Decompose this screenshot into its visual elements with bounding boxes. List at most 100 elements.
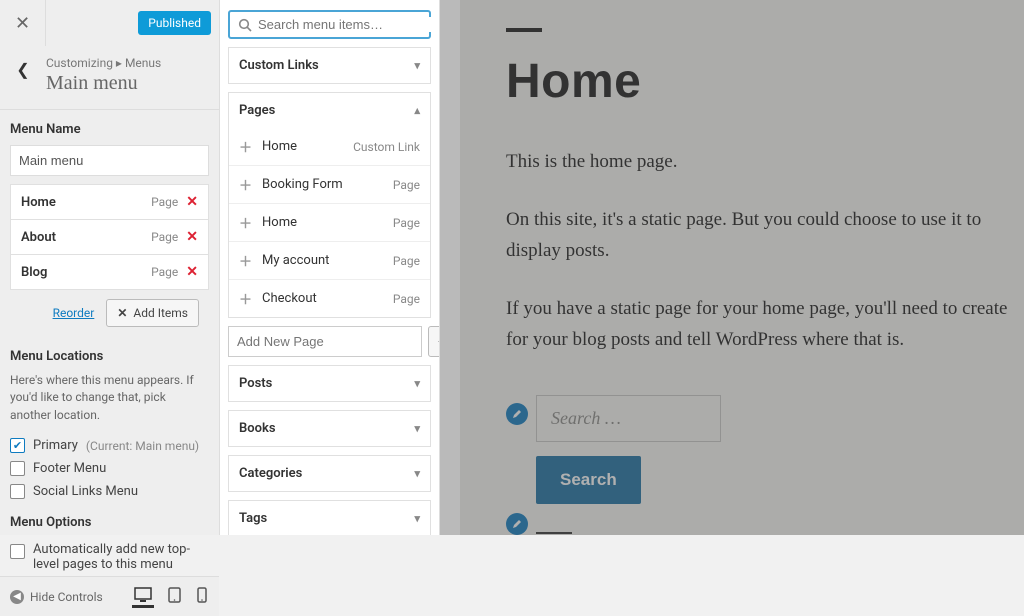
page-type: Page — [393, 292, 420, 306]
device-mobile-icon[interactable] — [195, 585, 209, 608]
chevron-down-icon: ▾ — [414, 422, 420, 435]
location-row-footer[interactable]: Footer Menu — [10, 457, 209, 480]
section-label: Books — [239, 421, 276, 436]
page-type: Page — [393, 216, 420, 230]
menu-name-section: Menu Name Home Page ✕ About Page ✕ Blog … — [0, 110, 219, 337]
option-label: Automatically add new top-level pages to… — [33, 542, 209, 572]
breadcrumb-row: ❮ Customizing ▸ Menus Main menu — [0, 46, 219, 110]
checkbox-icon[interactable] — [10, 484, 25, 499]
page-row[interactable]: ＋ Home Custom Link — [229, 128, 430, 165]
menu-item[interactable]: About Page ✕ — [10, 219, 209, 255]
close-icon: ✕ — [117, 306, 127, 320]
add-items-label: Add Items — [133, 306, 188, 320]
location-current: (Current: Main menu) — [86, 439, 199, 453]
menu-actions-row: Reorder ✕ Add Items — [10, 289, 209, 337]
chevron-down-icon: ▾ — [414, 59, 420, 72]
panel-footer: ◀ Hide Controls — [0, 576, 219, 616]
remove-icon[interactable]: ✕ — [186, 264, 198, 280]
menu-item-type: Page — [151, 230, 178, 244]
section-books[interactable]: Books ▾ — [228, 410, 431, 447]
add-items-panel: Custom Links ▾ Pages ▴ ＋ Home Custom Lin… — [220, 0, 440, 535]
hide-controls-link[interactable]: Hide Controls — [30, 590, 103, 604]
chevron-down-icon: ▾ — [414, 512, 420, 525]
checkbox-icon[interactable]: ✔ — [10, 438, 25, 453]
remove-icon[interactable]: ✕ — [186, 229, 198, 245]
menu-item-label: About — [21, 230, 151, 245]
chevron-down-icon: ▾ — [414, 377, 420, 390]
page-label: My account — [262, 253, 329, 268]
section-custom-links[interactable]: Custom Links ▾ — [228, 47, 431, 84]
page-row[interactable]: ＋ Booking Form Page — [229, 165, 430, 203]
location-row-primary[interactable]: ✔ Primary (Current: Main menu) — [10, 434, 209, 457]
section-label: Custom Links — [239, 58, 319, 73]
section-categories[interactable]: Categories ▾ — [228, 455, 431, 492]
page-label: Home — [262, 139, 297, 154]
plus-icon: ＋ — [239, 175, 252, 194]
pages-list: ＋ Home Custom Link ＋ Booking Form Page ＋… — [228, 128, 431, 318]
menu-item[interactable]: Blog Page ✕ — [10, 254, 209, 290]
checkbox-icon[interactable] — [10, 544, 25, 559]
section-posts[interactable]: Posts ▾ — [228, 365, 431, 402]
chevron-down-icon: ▾ — [414, 467, 420, 480]
add-items-button[interactable]: ✕ Add Items — [106, 299, 199, 327]
location-label: Social Links Menu — [33, 484, 138, 499]
page-label: Booking Form — [262, 177, 343, 192]
top-bar: ✕ Published — [0, 0, 219, 46]
breadcrumb-section: Menus — [125, 56, 161, 70]
menu-locations-help: Here's where this menu appears. If you'd… — [10, 372, 209, 424]
close-button[interactable]: ✕ — [0, 0, 46, 46]
page-label: Checkout — [262, 291, 317, 306]
plus-icon: ＋ — [239, 213, 252, 232]
remove-icon[interactable]: ✕ — [186, 194, 198, 210]
page-type: Page — [393, 178, 420, 192]
chevron-up-icon: ▴ — [414, 104, 420, 117]
section-pages[interactable]: Pages ▴ — [228, 92, 431, 128]
search-input[interactable] — [258, 17, 434, 32]
menu-item-type: Page — [151, 265, 178, 279]
publish-status-button[interactable]: Published — [138, 11, 211, 35]
search-icon — [238, 18, 252, 32]
menu-item[interactable]: Home Page ✕ — [10, 184, 209, 220]
menu-options-heading: Menu Options — [10, 515, 209, 530]
menu-name-heading: Menu Name — [10, 122, 209, 137]
device-desktop-icon[interactable] — [132, 585, 154, 608]
device-tablet-icon[interactable] — [166, 585, 183, 608]
reorder-link[interactable]: Reorder — [53, 306, 95, 320]
section-tags[interactable]: Tags ▾ — [228, 500, 431, 535]
breadcrumb-prefix: Customizing ▸ — [46, 56, 125, 70]
menu-options-section: Menu Options Automatically add new top-l… — [0, 503, 219, 576]
menu-items-list: Home Page ✕ About Page ✕ Blog Page ✕ — [10, 184, 209, 290]
page-type: Custom Link — [353, 140, 420, 154]
customizer-left-panel: ✕ Published ❮ Customizing ▸ Menus Main m… — [0, 0, 220, 535]
section-label: Pages — [239, 103, 275, 118]
location-row-social[interactable]: Social Links Menu — [10, 480, 209, 503]
page-row[interactable]: ＋ My account Page — [229, 241, 430, 279]
option-auto-add[interactable]: Automatically add new top-level pages to… — [10, 538, 209, 576]
site-preview: Home This is the home page. On this site… — [460, 0, 1024, 535]
menu-item-type: Page — [151, 195, 178, 209]
page-row[interactable]: ＋ Home Page — [229, 203, 430, 241]
menu-locations-heading: Menu Locations — [10, 349, 209, 364]
search-field[interactable] — [228, 10, 431, 39]
location-label: Primary — [33, 438, 78, 453]
location-label: Footer Menu — [33, 461, 106, 476]
plus-icon: ＋ — [239, 289, 252, 308]
breadcrumb: Customizing ▸ Menus — [46, 56, 207, 70]
new-page-input[interactable] — [228, 326, 422, 357]
menu-name-input[interactable] — [10, 145, 209, 176]
page-row[interactable]: ＋ Checkout Page — [229, 279, 430, 317]
chevron-left-icon: ❮ — [16, 60, 29, 79]
section-label: Categories — [239, 466, 302, 481]
menu-locations-section: Menu Locations Here's where this menu ap… — [0, 337, 219, 503]
back-button[interactable]: ❮ — [0, 56, 46, 79]
preview-dim-overlay — [460, 0, 1024, 535]
checkbox-icon[interactable] — [10, 461, 25, 476]
add-new-page-row: ＋ Add — [228, 326, 431, 357]
menu-item-label: Home — [21, 195, 151, 210]
panel-divider — [440, 0, 460, 535]
add-page-button[interactable]: ＋ Add — [428, 326, 440, 357]
close-icon: ✕ — [15, 13, 30, 34]
page-label: Home — [262, 215, 297, 230]
collapse-icon[interactable]: ◀ — [10, 590, 24, 604]
device-switcher — [132, 585, 209, 608]
